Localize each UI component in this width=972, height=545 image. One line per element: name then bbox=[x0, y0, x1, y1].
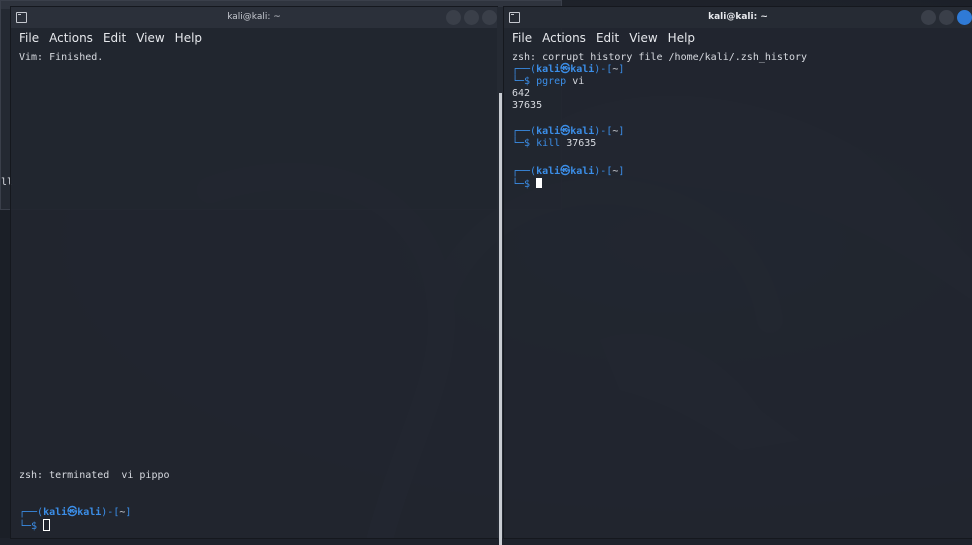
window-title: kali@kali: ~ bbox=[227, 12, 281, 22]
titlebar[interactable]: kali@kali: ~ bbox=[11, 7, 497, 28]
output-line: 37635 bbox=[512, 100, 543, 111]
prompt-header: ┌──(kali㉿kali)-[~] bbox=[19, 507, 132, 518]
history-warning: zsh: corrupt history file /home/kali/.zs… bbox=[512, 52, 808, 63]
text-cursor bbox=[43, 519, 51, 531]
terminal-window-left[interactable]: kali@kali: ~ File Actions Edit View Help Vim… bbox=[11, 7, 497, 538]
titlebar[interactable]: kali@kali: ~ bbox=[504, 7, 972, 28]
command-name: pgrep bbox=[536, 76, 567, 87]
prompt-user: kali bbox=[536, 64, 561, 75]
menu-edit[interactable]: Edit bbox=[596, 31, 619, 45]
close-button[interactable] bbox=[482, 10, 497, 25]
menu-help[interactable]: Help bbox=[668, 31, 695, 45]
prompt-user: kali bbox=[536, 166, 561, 177]
prompt-at-icon: ㉿ bbox=[560, 126, 571, 137]
prompt-at-icon: ㉿ bbox=[560, 166, 571, 177]
prompt-user: kali bbox=[536, 126, 561, 137]
command-line: └─$ pgrep vi bbox=[512, 76, 585, 87]
scrollbar-thumb[interactable] bbox=[499, 93, 502, 545]
window-controls bbox=[443, 10, 497, 25]
prompt-header: ┌──(kali㉿kali)-[~] bbox=[512, 126, 625, 137]
menu-file[interactable]: File bbox=[19, 31, 39, 45]
text-cursor bbox=[536, 178, 543, 188]
window-title: kali@kali: ~ bbox=[708, 12, 768, 22]
prompt-host: kali bbox=[570, 166, 595, 177]
menu-help[interactable]: Help bbox=[175, 31, 202, 45]
prompt-at-icon: ㉿ bbox=[67, 507, 78, 518]
maximize-button[interactable] bbox=[939, 10, 954, 25]
command-arg: vi bbox=[572, 76, 585, 87]
terminal-icon[interactable] bbox=[509, 12, 520, 23]
minimize-button[interactable] bbox=[921, 10, 936, 25]
menu-file[interactable]: File bbox=[512, 31, 532, 45]
vim-status-line: Vim: Finished. bbox=[19, 52, 104, 63]
menu-actions[interactable]: Actions bbox=[49, 31, 93, 45]
prompt-user: kali bbox=[43, 507, 68, 518]
menu-view[interactable]: View bbox=[629, 31, 657, 45]
terminated-line: zsh: terminated vi pippo bbox=[19, 470, 170, 481]
prompt-input-line: └─$ bbox=[19, 519, 51, 532]
menu-bar: File Actions Edit View Help bbox=[11, 28, 497, 48]
terminal-output[interactable]: Vim: Finished. zsh: terminated vi pippo … bbox=[19, 50, 493, 538]
menu-edit[interactable]: Edit bbox=[103, 31, 126, 45]
command-line: └─$ kill 37635 bbox=[512, 138, 597, 149]
terminal-output[interactable]: zsh: corrupt history file /home/kali/.zs… bbox=[512, 50, 968, 538]
prompt-host: kali bbox=[570, 126, 595, 137]
prompt-input-line: └─$ bbox=[512, 178, 543, 190]
prompt-at-icon: ㉿ bbox=[560, 64, 571, 75]
prompt-header: ┌──(kali㉿kali)-[~] bbox=[512, 166, 625, 177]
output-line: 642 bbox=[512, 88, 531, 99]
window-controls bbox=[918, 10, 972, 25]
command-name: kill bbox=[536, 138, 561, 149]
close-button[interactable] bbox=[957, 10, 972, 25]
split-divider[interactable] bbox=[497, 7, 504, 545]
prompt-host: kali bbox=[570, 64, 595, 75]
terminal-window-right[interactable]: kali@kali: ~ File Actions Edit View Help zsh… bbox=[504, 7, 972, 538]
prompt-header: ┌──(kali㉿kali)-[~] bbox=[512, 64, 625, 75]
menu-bar: File Actions Edit View Help bbox=[504, 28, 972, 48]
menu-actions[interactable]: Actions bbox=[542, 31, 586, 45]
terminal-icon[interactable] bbox=[16, 12, 27, 23]
maximize-button[interactable] bbox=[464, 10, 479, 25]
command-arg: 37635 bbox=[566, 138, 597, 149]
minimize-button[interactable] bbox=[446, 10, 461, 25]
menu-view[interactable]: View bbox=[136, 31, 164, 45]
prompt-host: kali bbox=[77, 507, 102, 518]
